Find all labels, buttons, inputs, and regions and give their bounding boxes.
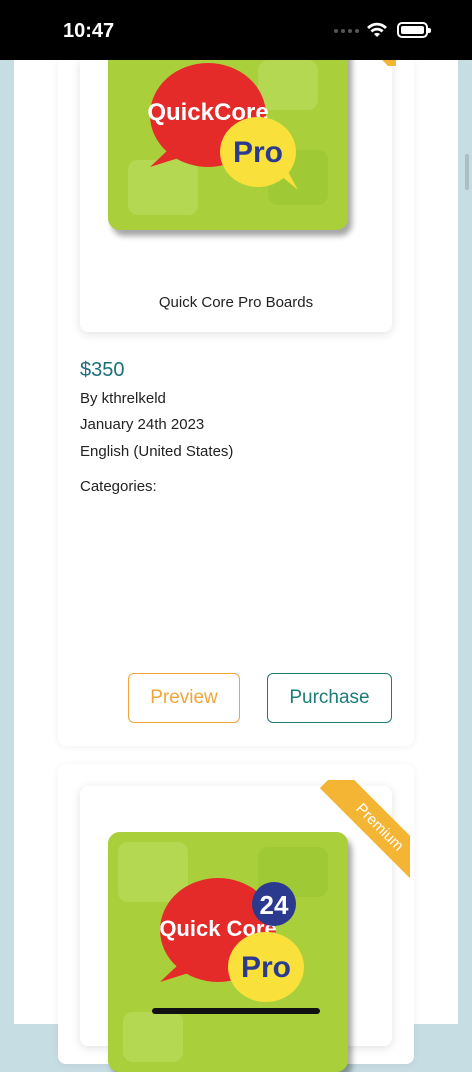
signal-icon bbox=[334, 29, 360, 35]
price: $350 bbox=[80, 359, 125, 381]
premium-ribbon: Premium bbox=[300, 780, 410, 890]
board-title: Quick Core Pro Boards bbox=[158, 294, 314, 311]
wifi-icon bbox=[367, 22, 387, 37]
language: English (United States) bbox=[80, 443, 234, 460]
categories-label: Categories: bbox=[80, 478, 157, 495]
logo-badge: 24 bbox=[260, 890, 289, 920]
premium-badge: Premium bbox=[319, 780, 410, 888]
home-indicator[interactable] bbox=[152, 1008, 320, 1014]
clock: 10:47 bbox=[63, 20, 115, 42]
logo-subtext: Pro bbox=[233, 136, 283, 169]
purchase-button[interactable]: Purchase bbox=[267, 673, 392, 723]
author: By kthrelkeld bbox=[80, 390, 166, 407]
quickcore-pro-logo: QuickCore Pro bbox=[108, 40, 348, 230]
scrollbar[interactable] bbox=[465, 154, 469, 190]
preview-button[interactable]: Preview bbox=[128, 673, 240, 723]
battery-icon bbox=[397, 22, 431, 38]
publish-date: January 24th 2023 bbox=[80, 416, 205, 433]
status-bar: 10:47 bbox=[0, 0, 472, 60]
logo-subtext: Pro bbox=[241, 951, 291, 984]
